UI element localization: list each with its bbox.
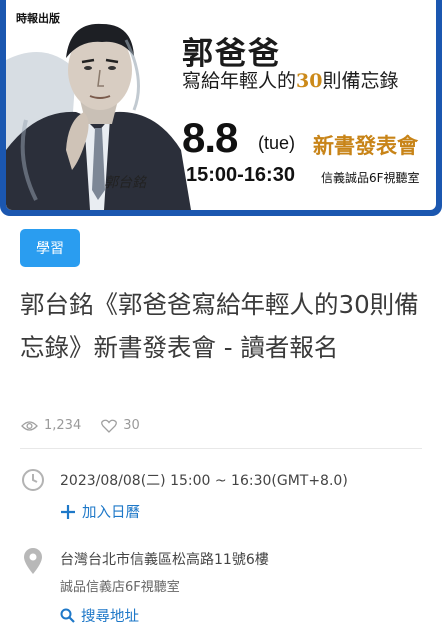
book-subtitle-num: 30: [296, 70, 323, 92]
banner-launch-label: 新書發表會: [313, 134, 418, 158]
book-subtitle-post: 則備忘錄: [322, 70, 399, 92]
search-icon: [60, 608, 75, 623]
heart-icon[interactable]: [101, 419, 118, 433]
clock-icon: [22, 469, 44, 491]
search-address-link[interactable]: 搜尋地址: [60, 605, 139, 626]
event-stats: 1,234 30: [21, 418, 160, 433]
banner-weekday: (tue): [258, 133, 296, 153]
banner-image: 時報出版 郭台銘 郭爸爸 寫給年輕人的30則備忘錄 8.8 (tue) 新書發表…: [6, 0, 436, 210]
category-tag[interactable]: 學習: [20, 229, 80, 267]
plus-icon: [61, 504, 75, 519]
like-count[interactable]: 30: [101, 418, 140, 433]
location-pin-icon: [24, 548, 42, 574]
banner-venue: 信義誠品6F視聽室: [321, 171, 420, 185]
add-to-calendar-link[interactable]: 加入日曆: [60, 501, 140, 522]
search-address-label: 搜尋地址: [81, 609, 139, 625]
event-title: 郭台銘《郭爸爸寫給年輕人的30則備忘錄》新書發表會 - 讀者報名: [20, 290, 419, 362]
book-subtitle-pre: 寫給年輕人的: [182, 70, 297, 92]
event-venue: 誠品信義店6F視聽室: [60, 580, 180, 595]
eye-icon: [21, 420, 38, 431]
publisher-logo: 時報出版: [16, 12, 60, 25]
banner-date: 8.8: [182, 114, 238, 161]
event-banner: 時報出版 郭台銘 郭爸爸 寫給年輕人的30則備忘錄 8.8 (tue) 新書發表…: [0, 0, 442, 216]
portrait-illustration: [6, 0, 196, 210]
event-address: 台灣台北市信義區松高路11號6樓: [60, 552, 269, 568]
author-signature: 郭台銘: [104, 175, 146, 191]
view-count: 1,234: [21, 418, 81, 433]
divider: [20, 448, 422, 449]
banner-time: 15:00-16:30: [186, 164, 295, 186]
like-count-value: 30: [123, 418, 140, 433]
event-datetime: 2023/08/08(二) 15:00 ~ 16:30(GMT+8.0): [60, 473, 348, 489]
book-subtitle: 寫給年輕人的30則備忘錄: [182, 66, 432, 93]
add-to-calendar-label: 加入日曆: [82, 505, 140, 521]
view-count-value: 1,234: [44, 418, 82, 433]
